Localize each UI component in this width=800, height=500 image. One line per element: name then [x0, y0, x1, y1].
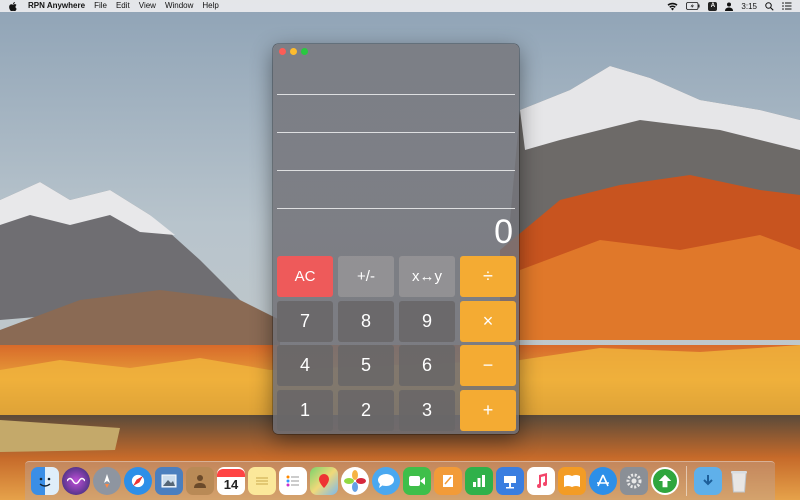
all-clear-button[interactable]: AC — [277, 256, 333, 297]
battery-charging-icon[interactable] — [686, 1, 700, 11]
rpn-anywhere-icon[interactable] — [651, 467, 679, 495]
subtract-button[interactable]: − — [460, 345, 516, 386]
window-titlebar[interactable] — [273, 44, 519, 58]
menu-view[interactable]: View — [139, 0, 156, 12]
photo-viewer-icon[interactable] — [155, 467, 183, 495]
keypad: AC +/- x↔y ÷ 7 8 9 × 4 5 6 − 1 2 3 + 0 . — [277, 256, 516, 434]
menu-window[interactable]: Window — [165, 0, 193, 12]
notification-center-icon[interactable] — [782, 1, 792, 11]
spotlight-search-icon[interactable] — [765, 1, 774, 11]
add-button[interactable]: + — [460, 390, 516, 431]
system-preferences-icon[interactable] — [620, 467, 648, 495]
display-value: 0 — [494, 213, 513, 251]
stack-row-divider — [277, 94, 515, 95]
digit-9-button[interactable]: 9 — [399, 301, 455, 342]
stack-row-divider — [277, 208, 515, 209]
maps-icon[interactable] — [310, 467, 338, 495]
wifi-icon[interactable] — [667, 1, 678, 11]
app-store-icon[interactable] — [589, 467, 617, 495]
calendar-header — [217, 469, 245, 477]
swap-xy-button[interactable]: x↔y — [399, 256, 455, 297]
status-area: A 3:15 — [667, 1, 792, 11]
calculator-window[interactable]: 0 AC +/- x↔y ÷ 7 8 9 × 4 5 6 − 1 2 3 + 0… — [273, 44, 519, 434]
apple-menu-icon[interactable] — [8, 1, 18, 11]
stack-row-divider — [277, 170, 515, 171]
dock: 14 — [25, 461, 775, 500]
photos-icon[interactable] — [341, 467, 369, 495]
facetime-icon[interactable] — [403, 467, 431, 495]
messages-icon[interactable] — [372, 467, 400, 495]
digit-7-button[interactable]: 7 — [277, 301, 333, 342]
zoom-window-button[interactable] — [301, 47, 308, 55]
digit-8-button[interactable]: 8 — [338, 301, 394, 342]
launchpad-icon[interactable] — [93, 467, 121, 495]
menu-app-name[interactable]: RPN Anywhere — [28, 0, 85, 12]
keynote-icon[interactable] — [496, 467, 524, 495]
contacts-icon[interactable] — [186, 467, 214, 495]
divide-button[interactable]: ÷ — [460, 256, 516, 297]
siri-icon[interactable] — [62, 467, 90, 495]
dock-separator — [686, 466, 687, 496]
input-source-badge[interactable]: A — [708, 1, 718, 11]
close-window-button[interactable] — [279, 47, 286, 55]
digit-6-button[interactable]: 6 — [399, 345, 455, 386]
music-icon[interactable] — [527, 467, 555, 495]
digit-2-button[interactable]: 2 — [338, 390, 394, 431]
negate-button[interactable]: +/- — [338, 256, 394, 297]
digit-4-button[interactable]: 4 — [277, 345, 333, 386]
pages-icon[interactable] — [434, 467, 462, 495]
notes-icon[interactable] — [248, 467, 276, 495]
menu-edit[interactable]: Edit — [116, 0, 130, 12]
user-icon[interactable] — [725, 1, 734, 11]
menu-file[interactable]: File — [94, 0, 107, 12]
stack-row-divider — [277, 132, 515, 133]
menu-help[interactable]: Help — [202, 0, 218, 12]
menubar-clock[interactable]: 3:15 — [741, 2, 757, 11]
digit-1-button[interactable]: 1 — [277, 390, 333, 431]
calendar-icon[interactable]: 14 — [217, 467, 245, 495]
calendar-day: 14 — [223, 477, 239, 492]
reminders-icon[interactable] — [279, 467, 307, 495]
minimize-window-button[interactable] — [290, 47, 297, 55]
safari-icon[interactable] — [124, 467, 152, 495]
numbers-icon[interactable] — [465, 467, 493, 495]
finder-icon[interactable] — [31, 467, 59, 495]
trash-icon[interactable] — [725, 467, 753, 495]
downloads-folder-icon[interactable] — [694, 467, 722, 495]
books-icon[interactable] — [558, 467, 586, 495]
menu-bar: RPN Anywhere File Edit View Window Help … — [0, 0, 800, 12]
digit-3-button[interactable]: 3 — [399, 390, 455, 431]
multiply-button[interactable]: × — [460, 301, 516, 342]
digit-5-button[interactable]: 5 — [338, 345, 394, 386]
